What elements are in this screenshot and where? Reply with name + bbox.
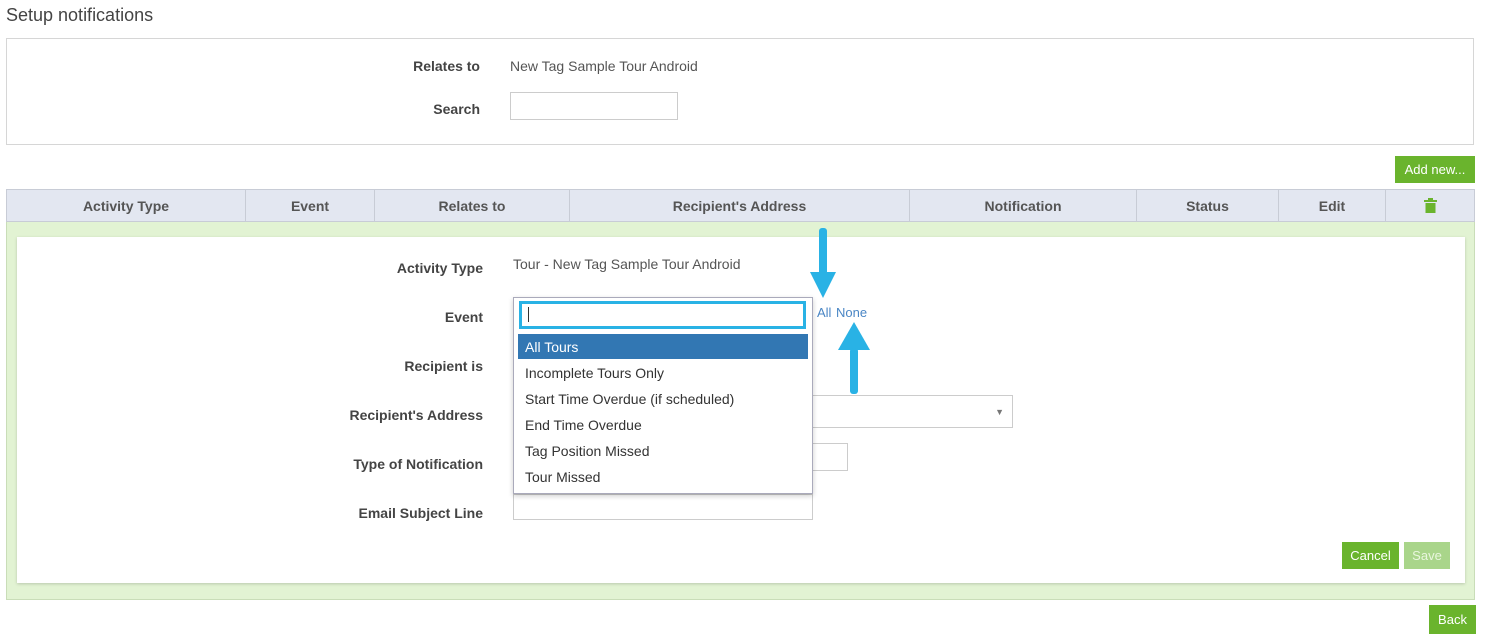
search-label: Search: [433, 101, 480, 117]
filter-panel: Relates to New Tag Sample Tour Android S…: [6, 38, 1474, 145]
column-notification[interactable]: Notification: [910, 190, 1137, 221]
event-option[interactable]: End Time Overdue: [518, 412, 808, 437]
trash-icon[interactable]: [1423, 198, 1437, 213]
event-option[interactable]: Tour Missed: [518, 464, 808, 489]
event-option[interactable]: Tag Position Missed: [518, 438, 808, 463]
column-status[interactable]: Status: [1137, 190, 1279, 221]
page-title: Setup notifications: [6, 5, 154, 25]
arrow-up-icon: [838, 322, 870, 394]
column-recipient-address[interactable]: Recipient's Address: [570, 190, 910, 221]
grid-header: Activity Type Event Relates to Recipient…: [6, 189, 1475, 222]
event-label: Event: [444, 309, 483, 325]
type-of-notification-label: Type of Notification: [353, 456, 483, 472]
event-dropdown[interactable]: All Tours Incomplete Tours Only Start Ti…: [513, 297, 813, 494]
relates-to-value: New Tag Sample Tour Android: [510, 58, 698, 74]
email-subject-label: Email Subject Line: [358, 505, 483, 521]
event-option[interactable]: All Tours: [518, 334, 808, 359]
recipient-address-label: Recipient's Address: [349, 407, 483, 423]
activity-type-label: Activity Type: [396, 260, 483, 276]
email-subject-input[interactable]: [513, 494, 813, 520]
relates-to-label: Relates to: [413, 58, 480, 74]
event-search-input[interactable]: [519, 301, 806, 329]
recipient-is-label: Recipient is: [404, 358, 483, 374]
activity-type-value: Tour - New Tag Sample Tour Android: [513, 256, 741, 272]
chevron-down-icon: ▼: [995, 407, 1004, 417]
select-none-link[interactable]: None: [836, 305, 867, 320]
select-all-link[interactable]: All: [817, 305, 831, 320]
column-activity-type[interactable]: Activity Type: [7, 190, 246, 221]
column-edit[interactable]: Edit: [1279, 190, 1386, 221]
add-new-button[interactable]: Add new...: [1395, 156, 1475, 183]
cancel-button[interactable]: Cancel: [1342, 542, 1399, 569]
event-option[interactable]: Incomplete Tours Only: [518, 360, 808, 385]
event-option[interactable]: Start Time Overdue (if scheduled): [518, 386, 808, 411]
save-button[interactable]: Save: [1404, 542, 1450, 569]
arrow-down-icon: [810, 228, 836, 298]
back-button[interactable]: Back: [1429, 605, 1476, 634]
search-input[interactable]: [510, 92, 678, 120]
column-relates-to[interactable]: Relates to: [375, 190, 570, 221]
text-cursor: [528, 307, 529, 322]
column-delete[interactable]: [1386, 190, 1474, 221]
column-event[interactable]: Event: [246, 190, 375, 221]
